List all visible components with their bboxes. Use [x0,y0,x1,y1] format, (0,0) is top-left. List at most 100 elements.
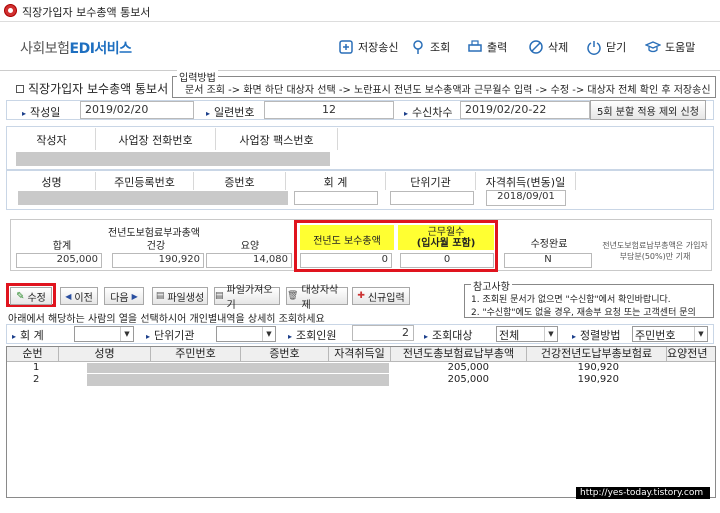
file-import-button[interactable]: ▤ 파일가져오기 [214,285,280,311]
row-no: 1 [33,362,40,373]
grid-header-care[interactable]: 요양전년 [667,347,715,362]
premium-health-field[interactable]: 190,920 [112,253,204,268]
brand-logo: 사회보험EDI서비스 [20,38,132,58]
table-row[interactable]: 1 205,000 190,920 [7,362,715,374]
help-label: 도움말 [665,41,696,54]
arrow-right-icon: ▶ [131,291,138,301]
prev-year-pay-input[interactable]: 0 [300,253,392,268]
exclude-split-request-button[interactable]: 5회 분할 적용 제외 신청 [590,100,706,120]
delete-target-button[interactable]: 🗑 대상자삭제 [286,285,348,311]
grid-header-no[interactable]: 순번 [7,347,59,362]
next-button[interactable]: 다음 ▶ [104,287,144,305]
window-title: 직장가입자 보수총액 통보서 [22,6,151,19]
person-unit-field[interactable] [390,191,474,205]
filter-target-value: 전체 [499,329,520,342]
notes-legend: 참고사항 [471,278,512,293]
notes-line-1: 1. 조회된 문서가 없으면 "수신함"에서 확인바랍니다. [471,295,671,305]
app-icon [4,4,17,17]
delete-button[interactable]: 삭제 [528,36,568,58]
help-button[interactable]: 도움말 [644,36,696,58]
chevron-down-icon: ▼ [120,327,133,341]
premium-note: 전년도보험료납부총액은 가입자부담분(50%)만 기재 [602,241,708,261]
row-no: 2 [33,374,40,385]
close-label: 닫기 [606,41,627,54]
filter-unit-select[interactable]: ▼ [216,326,276,342]
file-import-label: 파일가져오기 [226,285,273,311]
delete-icon [528,39,544,55]
person-account-field[interactable] [294,191,378,205]
edit-button-label: 수정 [27,292,46,304]
grid-header-health-total[interactable]: 건강전년도납부총보험료 [527,347,667,362]
filter-count-label: 조회인원 [288,327,336,343]
file-create-icon: ▤ [155,291,165,301]
file-create-label: 파일생성 [167,292,205,304]
sort-method-select[interactable]: 주민번호 ▼ [632,326,708,342]
filter-target-select[interactable]: 전체 ▼ [496,326,558,342]
grid-header-cert[interactable]: 증번호 [241,347,329,362]
chevron-down-icon: ▼ [262,327,275,341]
person-info-redacted [18,191,288,205]
serial-number-field[interactable]: 12 [264,101,394,119]
filter-count-field: 2 [352,325,414,341]
grid-header-name[interactable]: 성명 [59,347,151,362]
close-button[interactable]: 닫기 [586,36,626,58]
row-health-total: 190,920 [577,362,619,373]
author-info-redacted [16,152,330,166]
print-button[interactable]: 출력 [467,36,507,58]
window-titlebar: 직장가입자 보수총액 통보서 [0,0,720,22]
receive-count-label: 수신차수 [404,104,452,120]
print-label: 출력 [487,41,508,54]
file-import-icon: ▤ [215,291,224,301]
form-title-icon [16,85,24,93]
filter-unit-label: 단위기관 [146,327,194,343]
grid-header-prev-total[interactable]: 전년도총보험료납부총액 [391,347,527,362]
delete-target-label: 대상자삭제 [301,285,339,311]
search-label: 조회 [430,41,451,54]
serial-number-label: 일련번호 [206,104,254,120]
sort-method-label: 정렬방법 [572,327,620,343]
grid-header-rrn[interactable]: 주민번호 [151,347,241,362]
save-send-icon [338,39,354,55]
notes-line-2: 2. "수신함"에도 없을 경우, 재송부 요청 또는 고객센터 문의 [471,308,696,318]
filter-account-label: 회 계 [12,327,44,343]
new-input-button[interactable]: ✚ 신규입력 [352,287,410,305]
grid-header-acquired[interactable]: 자격취득일 [329,347,391,362]
file-create-button[interactable]: ▤ 파일생성 [152,287,208,305]
notes-box: 참고사항 1. 조회된 문서가 없으면 "수신함"에서 확인바랍니다. 2. "… [464,278,714,318]
person-acquired-header: 자격취득(변동)일 [476,172,576,190]
author-header: 작성자 [8,128,96,150]
power-icon [586,39,602,55]
form-title-text: 직장가입자 보수총액 통보서 [28,82,169,96]
save-send-label: 저장송신 [358,41,399,54]
chevron-down-icon: ▼ [544,327,557,341]
premium-care-field[interactable]: 14,080 [206,253,292,268]
row-redacted [87,363,389,373]
work-months-input[interactable]: 0 [400,253,494,268]
row-prev-total: 205,000 [447,374,489,385]
result-grid[interactable]: 순번 성명 주민번호 증번호 자격취득일 전년도총보험료납부총액 건강전년도납부… [6,346,716,498]
trash-icon: 🗑 [287,291,299,301]
premium-total-field[interactable]: 205,000 [16,253,102,268]
header-divider [0,70,720,71]
receive-count-field[interactable]: 2019/02/20-22 [460,101,590,119]
edit-button[interactable]: ✎ 수정 [10,287,52,305]
prev-year-pay-label: 전년도 보수총액 [300,225,394,250]
filter-account-select[interactable]: ▼ [74,326,134,342]
person-acquired-field[interactable]: 2018/09/01 [486,190,566,206]
person-unit-header: 단위기관 [386,172,476,190]
edit-complete-label: 수정완료 [530,239,568,250]
row-prev-total: 205,000 [447,362,489,373]
search-button[interactable]: 조회 [410,36,450,58]
prev-button[interactable]: ◀ 이전 [60,287,98,305]
graduation-cap-icon [644,39,662,55]
arrow-left-icon: ◀ [65,291,72,301]
save-send-button[interactable]: 저장송신 [338,36,398,58]
row-health-total: 190,920 [577,374,619,385]
business-fax-header: 사업장 팩스번호 [216,128,338,150]
premium-health-label: 건강 [146,241,166,252]
location-pin-icon [410,39,426,55]
table-row[interactable]: 2 205,000 190,920 [7,374,715,386]
created-date-field[interactable]: 2019/02/20 [80,101,194,119]
person-account-header: 회 계 [286,172,386,190]
row-redacted [87,374,389,386]
